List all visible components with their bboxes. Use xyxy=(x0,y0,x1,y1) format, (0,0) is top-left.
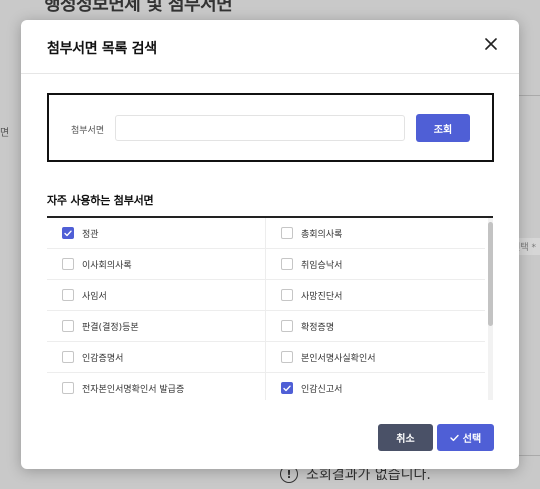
attachment-item[interactable]: 확정증명 xyxy=(266,311,485,342)
checkbox[interactable] xyxy=(281,289,293,301)
checkbox-checked[interactable] xyxy=(281,382,293,394)
scrollbar-thumb[interactable] xyxy=(488,222,493,326)
checkbox[interactable] xyxy=(62,320,74,332)
select-button[interactable]: 선택 xyxy=(437,424,494,451)
checkmark-icon xyxy=(64,230,72,236)
attachment-item-label: 정관 xyxy=(82,229,99,240)
attachment-item-label: 판결(결정)등본 xyxy=(82,322,139,333)
close-icon xyxy=(485,38,497,50)
search-input[interactable] xyxy=(115,115,405,141)
search-button[interactable]: 조회 xyxy=(416,114,470,142)
attachment-item-label: 본인서명사실확인서 xyxy=(301,353,376,364)
checkbox[interactable] xyxy=(281,351,293,363)
attachment-item[interactable]: 판결(결정)등본 xyxy=(47,311,266,342)
attachment-item[interactable]: 총회의사록 xyxy=(266,218,485,249)
attachment-item[interactable]: 취임승낙서 xyxy=(266,249,485,280)
checkbox[interactable] xyxy=(62,382,74,394)
attachment-item[interactable]: 사망진단서 xyxy=(266,280,485,311)
cancel-button[interactable]: 취소 xyxy=(378,424,433,451)
search-panel: 첨부서면 조회 xyxy=(47,93,494,162)
header-divider xyxy=(21,73,519,74)
check-icon xyxy=(450,434,459,441)
attachment-item-label: 확정증명 xyxy=(301,322,335,333)
checkbox[interactable] xyxy=(281,258,293,270)
frequent-attachments-list: 정관 총회의사록이사회의사록 취임승낙서사임서 사망진단서판결(결정)등본 확정증명인감… xyxy=(47,216,493,400)
checkbox-checked[interactable] xyxy=(62,227,74,239)
checkbox[interactable] xyxy=(62,258,74,270)
attachment-item-label: 총회의사록 xyxy=(301,229,343,240)
attachment-item-label: 이사회의사록 xyxy=(82,260,132,271)
attachment-item[interactable]: 전자본인서명확인서 발급증 xyxy=(47,373,266,400)
attachment-search-modal: 첨부서면 목록 검색 첨부서면 조회 자주 사용하는 첨부서면 정관 총회의사록이… xyxy=(21,20,519,469)
attachment-item-label: 인감신고서 xyxy=(301,384,343,395)
attachment-item[interactable]: 사임서 xyxy=(47,280,266,311)
attachment-item[interactable]: 본인서명사실확인서 xyxy=(266,342,485,373)
attachment-item[interactable]: 이사회의사록 xyxy=(47,249,266,280)
attachment-item[interactable]: 정관 xyxy=(47,218,266,249)
background-side-label: 면 xyxy=(0,128,10,139)
attachment-item-label: 사임서 xyxy=(82,291,107,302)
list-scrollbar[interactable] xyxy=(488,218,493,400)
background-divider xyxy=(518,95,540,96)
attachment-grid: 정관 총회의사록이사회의사록 취임승낙서사임서 사망진단서판결(결정)등본 확정증명인감… xyxy=(47,218,493,400)
select-button-label: 선택 xyxy=(462,434,482,445)
attachment-item[interactable]: 인감증명서 xyxy=(47,342,266,373)
background-title: 행정정보면제 및 첨부서면 xyxy=(44,0,233,15)
attachment-item[interactable]: 인감신고서 xyxy=(266,373,485,400)
attachment-item-label: 사망진단서 xyxy=(301,291,343,302)
attachment-item-label: 취임승낙서 xyxy=(301,260,343,271)
section-title: 자주 사용하는 첨부서면 xyxy=(47,194,154,207)
checkbox[interactable] xyxy=(62,351,74,363)
close-button[interactable] xyxy=(481,34,501,54)
checkbox[interactable] xyxy=(281,320,293,332)
search-label: 첨부서면 xyxy=(71,126,105,136)
modal-title: 첨부서면 목록 검색 xyxy=(47,41,157,57)
checkbox[interactable] xyxy=(62,289,74,301)
attachment-item-label: 인감증명서 xyxy=(82,353,124,364)
attachment-item-label: 전자본인서명확인서 발급증 xyxy=(82,384,185,395)
checkbox[interactable] xyxy=(281,227,293,239)
checkmark-icon xyxy=(283,385,291,391)
